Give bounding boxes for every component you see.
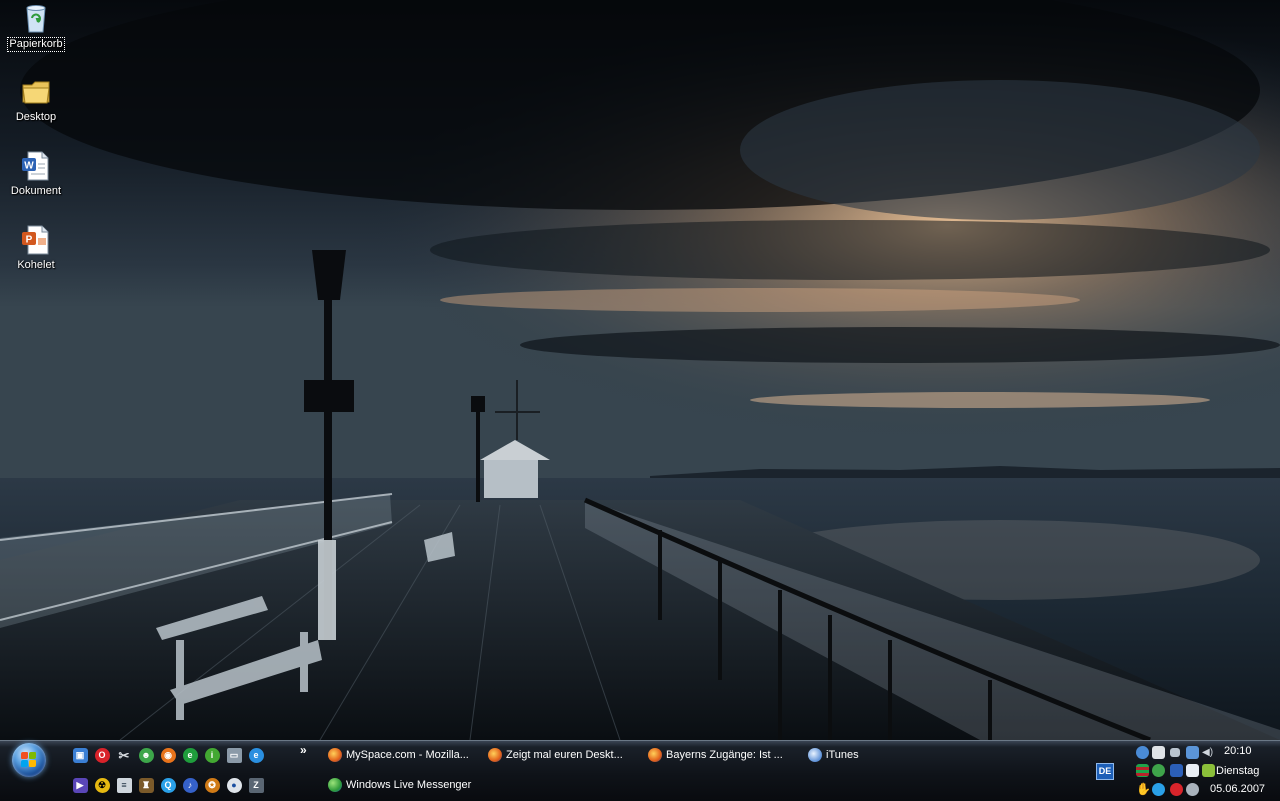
svg-text:W: W (24, 161, 34, 172)
task-button-windows-live-messenger[interactable]: Windows Live Messenger (328, 774, 498, 796)
firefox-icon (488, 748, 502, 762)
messenger-tray-icon[interactable] (1152, 764, 1165, 777)
quick-launch-row-bottom: ▶ ☢ ≡ ♜ Q ♪ ✪ ● Z (70, 775, 266, 795)
clock-time[interactable]: 20:10 (1224, 745, 1252, 757)
sync-icon[interactable] (1186, 783, 1199, 796)
firefox-icon (328, 748, 342, 762)
word-document-icon: W (20, 150, 52, 182)
monitor-icon[interactable]: ▭ (224, 745, 244, 765)
firefox-icon[interactable]: ◉ (158, 745, 178, 765)
language-indicator[interactable]: DE (1096, 763, 1114, 780)
display-icon[interactable] (1170, 764, 1183, 777)
game-icon[interactable]: ♜ (136, 775, 156, 795)
taskbar: ▣ O ✂ ☻ ◉ e i ▭ e ▶ ☢ ≡ ♜ Q ♪ ✪ ● Z » My… (0, 740, 1280, 801)
radiation-icon[interactable]: ☢ (92, 775, 112, 795)
internet-explorer-icon[interactable]: e (246, 745, 266, 765)
firefox-icon (648, 748, 662, 762)
desktop-icon-label: Desktop (15, 111, 57, 123)
itunes-icon (808, 748, 822, 762)
task-button-label: iTunes (826, 749, 859, 761)
desktop-icon-papierkorb[interactable]: Papierkorb (4, 2, 68, 52)
performance-meter-icon[interactable] (1136, 764, 1149, 777)
zip-icon[interactable]: Z (246, 775, 266, 795)
volume-icon[interactable]: ◀) (1202, 746, 1214, 759)
printer-icon[interactable] (1170, 748, 1180, 757)
desktop-icon-label: Papierkorb (7, 37, 65, 52)
document-app-icon[interactable]: ≡ (114, 775, 134, 795)
svg-text:P: P (26, 235, 33, 246)
network-icon[interactable] (1136, 746, 1149, 759)
start-button[interactable] (12, 743, 46, 777)
clock-date: 05.06.2007 (1210, 783, 1266, 795)
player-icon[interactable]: ● (224, 775, 244, 795)
task-button-zeigt-mal[interactable]: Zeigt mal euren Deskt... (488, 744, 638, 766)
task-button-label: Zeigt mal euren Deskt... (506, 749, 623, 761)
task-button-label: Windows Live Messenger (346, 779, 472, 791)
task-button-myspace[interactable]: MySpace.com - Mozilla... (328, 744, 478, 766)
info-icon[interactable]: i (202, 745, 222, 765)
green-app-icon[interactable]: e (180, 745, 200, 765)
windows-logo-icon (21, 752, 37, 768)
search-tray-icon[interactable] (1152, 783, 1165, 796)
quick-launch-row-top: ▣ O ✂ ☻ ◉ e i ▭ e (70, 745, 266, 765)
quick-launch-more-button[interactable]: » (300, 743, 307, 757)
desktop-wallpaper (0, 0, 1280, 740)
task-button-label: MySpace.com - Mozilla... (346, 749, 469, 761)
messenger-users-icon[interactable]: ☻ (136, 745, 156, 765)
tools-icon[interactable]: ✂ (114, 745, 134, 765)
nvidia-icon[interactable] (1202, 764, 1215, 777)
desktop-icon-desktop[interactable]: Desktop (4, 76, 68, 124)
computer-icon[interactable] (1186, 746, 1199, 759)
search-app-icon[interactable]: Q (158, 775, 178, 795)
folder-icon (20, 76, 52, 108)
powerpoint-document-icon: P (20, 224, 52, 256)
desktop-icon-label: Dokument (10, 185, 62, 197)
desktop-icon-dokument[interactable]: W Dokument (4, 150, 68, 198)
ftp-icon[interactable]: ✪ (202, 775, 222, 795)
desktop-icon-kohelet[interactable]: P Kohelet (4, 224, 68, 272)
hand-icon[interactable]: ✋ (1136, 783, 1151, 796)
messenger-icon (328, 778, 342, 792)
clock-day: Dienstag (1216, 765, 1260, 777)
media-app-icon[interactable]: ▶ (70, 775, 90, 795)
antivirus-icon[interactable] (1170, 783, 1183, 796)
blue-app-icon[interactable]: ♪ (180, 775, 200, 795)
window-icon[interactable] (1186, 764, 1199, 777)
recycle-bin-icon (20, 2, 52, 34)
show-desktop-icon[interactable]: ▣ (70, 745, 90, 765)
opera-icon[interactable]: O (92, 745, 112, 765)
task-button-bayerns[interactable]: Bayerns Zugänge: Ist ... (648, 744, 798, 766)
steam-icon[interactable] (1152, 746, 1165, 759)
task-button-itunes[interactable]: iTunes (808, 744, 958, 766)
desktop-icon-label: Kohelet (17, 259, 55, 271)
task-button-label: Bayerns Zugänge: Ist ... (666, 749, 783, 761)
